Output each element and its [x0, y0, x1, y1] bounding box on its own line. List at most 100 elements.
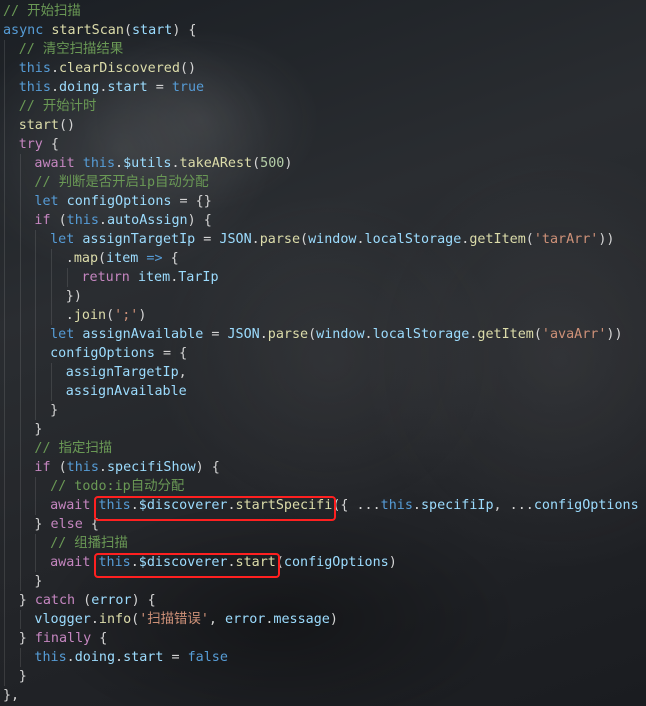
- code-token: this: [82, 156, 116, 171]
- indent-guide: [4, 667, 5, 686]
- code-token: false: [187, 650, 228, 665]
- code-token: )): [606, 327, 623, 342]
- code-token: (: [50, 213, 67, 228]
- indent-guide: [4, 40, 5, 59]
- code-token: =: [163, 650, 188, 665]
- indent-guide: [19, 610, 21, 629]
- code-token: $utils: [123, 156, 172, 171]
- code-line-content: }: [34, 572, 42, 591]
- code-token: ): [388, 555, 397, 570]
- code-line-content: let assignAvailable = JSON.parse(window.…: [50, 325, 622, 344]
- code-editor[interactable]: // 开始扫描 async startScan(start) {// 清空扫描结果…: [0, 0, 646, 706]
- indent-guide: [19, 420, 21, 439]
- code-token: (: [123, 23, 132, 38]
- highlight-box: [94, 496, 337, 521]
- indent-guide: [4, 306, 5, 325]
- code-token: (: [308, 327, 317, 342]
- indent-guide: [4, 211, 5, 230]
- code-token: (: [131, 612, 140, 627]
- code-token: message: [273, 612, 330, 627]
- indent-guide: [35, 496, 37, 515]
- code-token: .: [115, 156, 124, 171]
- code-token: =: [195, 232, 220, 247]
- code-token: .: [115, 650, 124, 665]
- code-line-content: configOptions = {: [50, 344, 187, 363]
- indent-guide: [35, 401, 37, 420]
- indent-guide: [19, 515, 21, 534]
- indent-guide: [35, 477, 37, 496]
- code-token: (: [525, 232, 534, 247]
- code-line-content: let assignTargetIp = JSON.parse(window.l…: [50, 230, 614, 249]
- code-token: start: [107, 80, 148, 95]
- code-token: // 开始计时: [18, 99, 97, 114]
- code-token: startScan: [51, 23, 124, 38]
- code-token: let: [50, 232, 83, 247]
- code-token: ({ ...: [332, 498, 381, 513]
- code-token: .: [65, 251, 74, 266]
- indent-guide: [4, 59, 5, 78]
- code-line-content: async startScan(start) {: [3, 21, 197, 40]
- code-token: window: [316, 327, 365, 342]
- code-line-content: // 开始计时: [19, 97, 97, 116]
- code-token: configOptions: [283, 555, 389, 570]
- code-token: start: [123, 650, 164, 665]
- indent-guide: [4, 515, 5, 534]
- code-token: // 组播扫描: [50, 536, 128, 551]
- code-token: ): [284, 156, 293, 171]
- code-token: this: [66, 213, 99, 228]
- code-token: {: [91, 631, 108, 646]
- code-token: takeARest: [179, 156, 253, 171]
- code-token: JSON: [227, 327, 260, 342]
- code-token: (: [300, 232, 309, 247]
- indent-guide: [35, 268, 37, 287]
- code-token: TarIp: [178, 270, 219, 285]
- code-token: specifiIp: [420, 498, 494, 513]
- code-token: ';': [114, 308, 139, 323]
- indent-guide: [19, 192, 21, 211]
- code-token: window: [308, 232, 357, 247]
- indent-guide: [19, 154, 21, 173]
- code-token: 'tarArr': [533, 232, 599, 247]
- code-token: configOptions: [66, 194, 172, 209]
- code-token: (: [50, 460, 67, 475]
- code-token: // todo:ip自动分配: [50, 479, 185, 494]
- code-token: // 指定扫描: [34, 441, 113, 456]
- code-line-content: try {: [19, 135, 59, 154]
- code-token: }: [50, 403, 59, 418]
- code-token: configOptions: [50, 346, 155, 361]
- indent-guide: [19, 211, 21, 230]
- indent-guide: [4, 78, 5, 97]
- indent-guide: [51, 306, 53, 325]
- code-token: 'avaArr': [541, 327, 607, 342]
- code-token: '扫描错误': [139, 612, 209, 627]
- code-token: this: [66, 460, 99, 475]
- code-token: {: [170, 251, 179, 266]
- code-token: getItem: [477, 327, 534, 342]
- code-token: assignAvailable: [65, 384, 187, 399]
- code-token: this: [34, 650, 67, 665]
- code-token: parse: [267, 327, 309, 342]
- code-token: // 判断是否开启ip自动分配: [34, 175, 209, 190]
- code-token: .: [50, 61, 59, 76]
- code-token: else: [50, 517, 83, 532]
- indent-guide: [4, 496, 5, 515]
- code-token: .: [251, 232, 260, 247]
- code-line-content: }: [19, 667, 27, 686]
- code-token: }: [34, 517, 51, 532]
- indent-guide: [4, 268, 5, 287]
- code-token: assignTargetIp: [82, 232, 196, 247]
- code-line-content: } finally {: [19, 629, 108, 648]
- indent-guide: [19, 648, 21, 667]
- code-token: (: [75, 593, 92, 608]
- code-token: this: [18, 61, 51, 76]
- indent-guide: [4, 116, 5, 135]
- code-token: async: [3, 23, 52, 38]
- code-token: .: [412, 498, 421, 513]
- code-token: await: [50, 498, 99, 513]
- indent-guide: [35, 363, 37, 382]
- indent-guide: [19, 230, 21, 249]
- code-token: }): [639, 498, 646, 513]
- code-token: item: [137, 270, 171, 285]
- code-line-content: }: [34, 420, 42, 439]
- code-token: if: [34, 213, 51, 228]
